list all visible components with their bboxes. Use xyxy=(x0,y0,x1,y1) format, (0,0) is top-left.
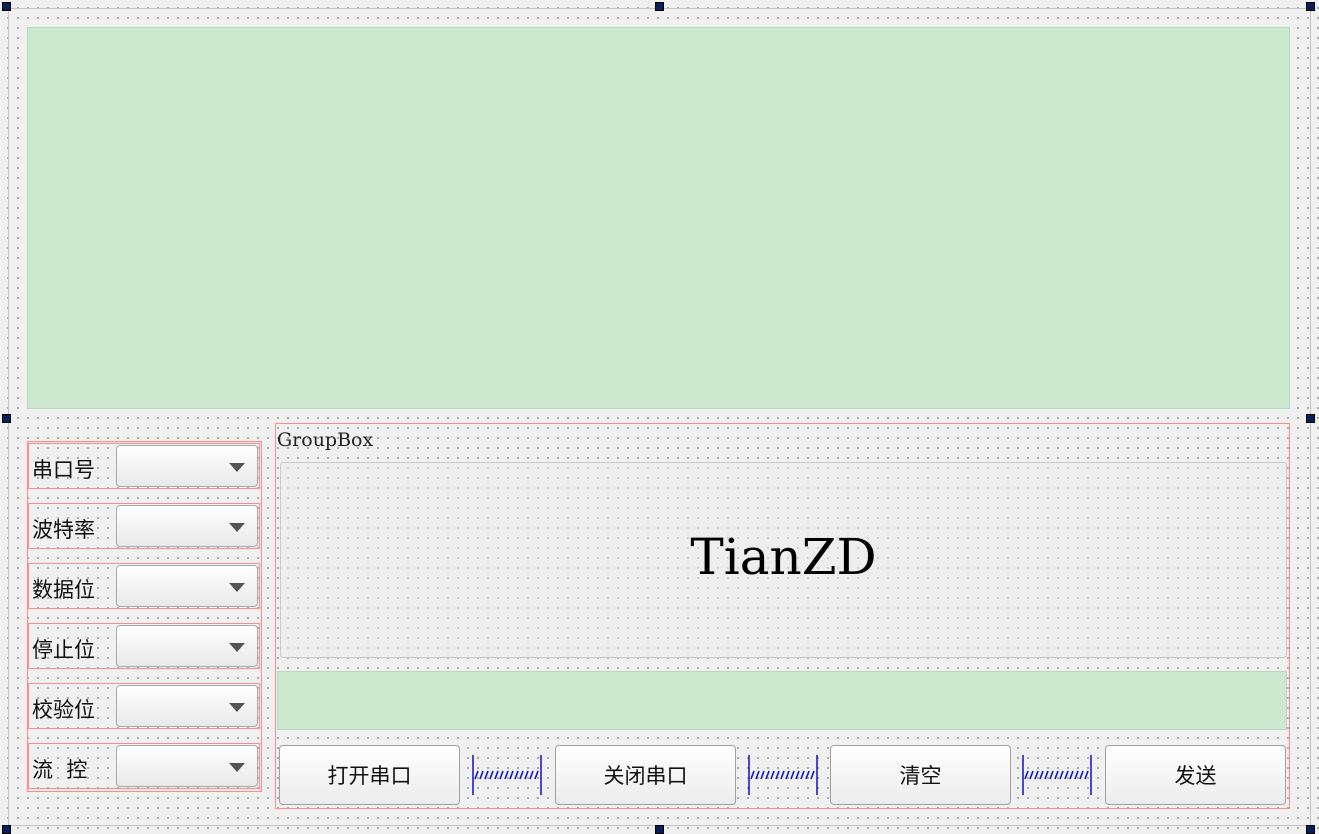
selection-handle-middle-right[interactable] xyxy=(1306,414,1315,423)
selection-handle-middle-left[interactable] xyxy=(2,414,11,423)
horizontal-spacer xyxy=(1022,755,1092,795)
selection-handle-bottom-right[interactable] xyxy=(1306,825,1315,834)
databits-label: 数据位 xyxy=(32,578,95,602)
chevron-down-icon xyxy=(229,583,245,592)
chevron-down-icon xyxy=(229,703,245,712)
flow-control-combobox[interactable] xyxy=(116,745,258,787)
chevron-down-icon xyxy=(229,523,245,532)
receive-text-area[interactable] xyxy=(27,27,1290,409)
horizontal-spacer xyxy=(472,755,542,795)
selection-handle-top-left[interactable] xyxy=(2,2,11,11)
chevron-down-icon xyxy=(229,463,245,472)
chevron-down-icon xyxy=(229,763,245,772)
selection-handle-top-center[interactable] xyxy=(655,2,664,11)
selection-handle-bottom-center[interactable] xyxy=(655,825,664,834)
port-label: 串口号 xyxy=(32,458,95,482)
group-box-title: GroupBox xyxy=(277,429,374,451)
stopbits-combobox[interactable] xyxy=(116,625,258,667)
baud-label: 波特率 xyxy=(32,518,95,542)
brand-label: TianZD xyxy=(690,528,877,586)
send-text-area[interactable] xyxy=(277,671,1287,730)
stopbits-label: 停止位 xyxy=(32,638,95,662)
chevron-down-icon xyxy=(229,643,245,652)
selection-handle-top-right[interactable] xyxy=(1306,2,1315,11)
send-button[interactable]: 发送 xyxy=(1105,745,1286,805)
close-port-button[interactable]: 关闭串口 xyxy=(555,745,736,805)
parity-label: 校验位 xyxy=(32,698,95,722)
flow-control-label: 流 控 xyxy=(32,758,88,782)
baud-combobox[interactable] xyxy=(116,505,258,547)
horizontal-spacer xyxy=(748,755,818,795)
clear-button[interactable]: 清空 xyxy=(830,745,1011,805)
port-combobox[interactable] xyxy=(116,445,258,487)
parity-combobox[interactable] xyxy=(116,685,258,727)
serial-settings-layout xyxy=(27,441,262,792)
selection-handle-bottom-left[interactable] xyxy=(2,825,11,834)
databits-combobox[interactable] xyxy=(116,565,258,607)
open-port-button[interactable]: 打开串口 xyxy=(279,745,460,805)
